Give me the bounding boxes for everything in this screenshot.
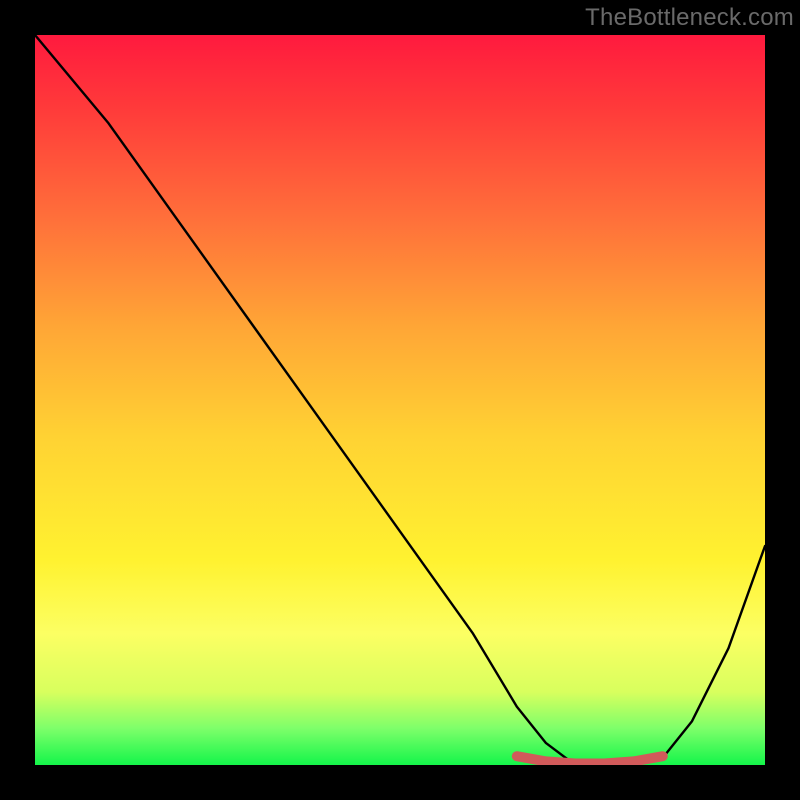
chart-frame: TheBottleneck.com — [0, 0, 800, 800]
watermark-text: TheBottleneck.com — [585, 4, 794, 32]
chart-svg — [35, 35, 765, 765]
optimal-segment-line — [517, 756, 663, 763]
chart-plot-area — [35, 35, 765, 765]
bottleneck-curve-line — [35, 35, 765, 765]
